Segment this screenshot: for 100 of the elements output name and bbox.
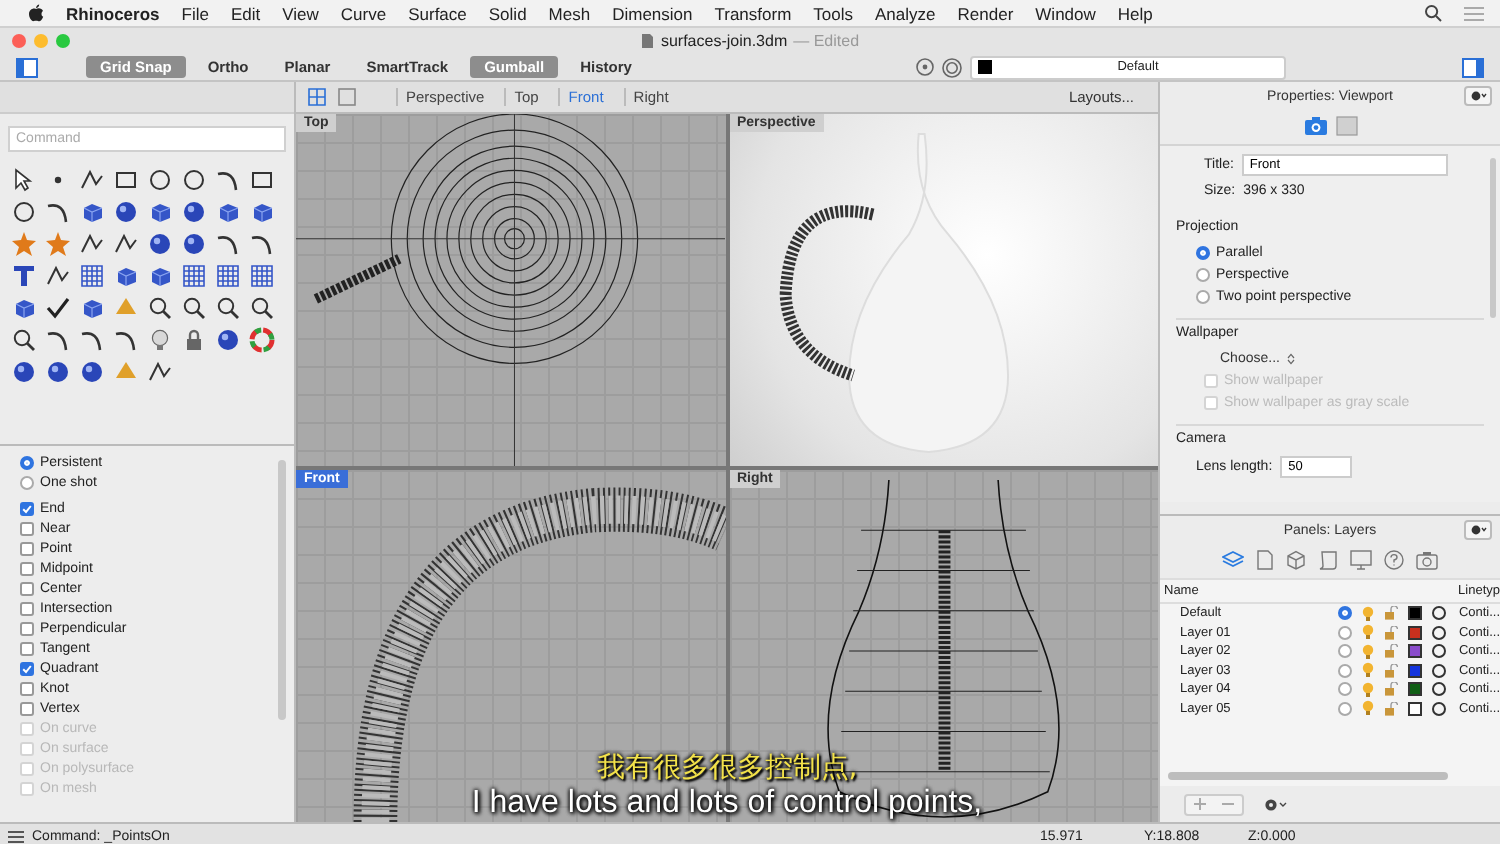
record-icon[interactable] bbox=[916, 58, 934, 76]
bulb-icon[interactable] bbox=[1362, 662, 1375, 679]
cube-icon[interactable] bbox=[10, 294, 38, 322]
layer-color-swatch[interactable] bbox=[1408, 701, 1423, 716]
current-layer-radio[interactable] bbox=[1337, 606, 1352, 621]
sphere-icon[interactable] bbox=[180, 198, 208, 226]
radio-button[interactable] bbox=[20, 455, 34, 469]
menu-item[interactable]: Window bbox=[1035, 3, 1096, 23]
sphere-icon[interactable] bbox=[180, 230, 208, 258]
sphere-icon[interactable] bbox=[214, 326, 242, 354]
menu-item[interactable]: Help bbox=[1117, 3, 1153, 23]
magnifier-icon[interactable] bbox=[180, 294, 208, 322]
sphere-icon[interactable] bbox=[78, 358, 106, 386]
bulb-icon[interactable] bbox=[1362, 700, 1375, 717]
checkbox[interactable] bbox=[20, 561, 34, 575]
grid-icon[interactable] bbox=[214, 262, 242, 290]
radio-button[interactable] bbox=[1196, 268, 1210, 282]
layer-color-swatch[interactable] bbox=[1408, 644, 1423, 659]
scroll-icon[interactable] bbox=[1318, 550, 1338, 570]
star-icon[interactable] bbox=[10, 230, 38, 258]
current-layer-radio[interactable] bbox=[1337, 701, 1352, 716]
current-layer-radio[interactable] bbox=[1337, 644, 1352, 659]
cube-icon[interactable] bbox=[248, 198, 276, 226]
layers-icon[interactable] bbox=[1222, 550, 1244, 570]
menu-item[interactable]: Tools bbox=[813, 3, 854, 23]
cube-icon[interactable] bbox=[214, 198, 242, 226]
menu-icon[interactable] bbox=[8, 829, 24, 843]
radio-button[interactable] bbox=[20, 475, 34, 489]
radio-button[interactable] bbox=[1196, 246, 1210, 260]
curve-icon[interactable] bbox=[214, 166, 242, 194]
checkbox[interactable] bbox=[20, 541, 34, 555]
gear-menu-button[interactable] bbox=[1464, 86, 1492, 106]
bulb-icon[interactable] bbox=[1362, 605, 1375, 622]
help-icon[interactable] bbox=[1384, 550, 1404, 570]
curve-icon[interactable] bbox=[78, 326, 106, 354]
camera-icon[interactable] bbox=[1303, 116, 1327, 136]
bulb-icon[interactable] bbox=[146, 326, 174, 354]
checkbox[interactable] bbox=[20, 681, 34, 695]
menu-item[interactable]: Render bbox=[957, 3, 1014, 23]
cube-icon[interactable] bbox=[146, 262, 174, 290]
material-circle[interactable] bbox=[1432, 682, 1447, 697]
camera-icon[interactable] bbox=[1416, 550, 1438, 570]
curve-icon[interactable] bbox=[248, 230, 276, 258]
cube-icon[interactable] bbox=[78, 294, 106, 322]
color-wheel-icon[interactable] bbox=[248, 326, 276, 354]
sphere-icon[interactable] bbox=[44, 358, 72, 386]
circle-icon[interactable] bbox=[10, 198, 38, 226]
page-icon[interactable] bbox=[1256, 550, 1274, 570]
grid-icon[interactable] bbox=[180, 262, 208, 290]
layer-color-swatch[interactable] bbox=[1408, 682, 1423, 697]
curve-icon[interactable] bbox=[214, 230, 242, 258]
material-circle[interactable] bbox=[1432, 606, 1447, 621]
bulb-icon[interactable] bbox=[1362, 681, 1375, 698]
menu-item[interactable]: Surface bbox=[408, 3, 467, 23]
magnifier-icon[interactable] bbox=[10, 326, 38, 354]
magnifier-icon[interactable] bbox=[146, 294, 174, 322]
current-layer-radio[interactable] bbox=[1337, 625, 1352, 640]
scrollbar[interactable] bbox=[278, 460, 286, 720]
polyline-icon[interactable] bbox=[146, 358, 174, 386]
target-icon[interactable] bbox=[942, 57, 962, 77]
scrollbar[interactable] bbox=[1168, 772, 1448, 780]
search-icon[interactable] bbox=[1424, 4, 1442, 22]
four-viewports-icon[interactable] bbox=[308, 88, 326, 106]
cube-icon[interactable] bbox=[78, 198, 106, 226]
current-layer-radio[interactable] bbox=[1337, 682, 1352, 697]
polyline-icon[interactable] bbox=[78, 230, 106, 258]
checkmark-icon[interactable] bbox=[44, 294, 72, 322]
sphere-icon[interactable] bbox=[146, 230, 174, 258]
grid-icon[interactable] bbox=[248, 262, 276, 290]
material-circle[interactable] bbox=[1432, 701, 1447, 716]
menu-item[interactable]: File bbox=[181, 3, 209, 23]
star-icon[interactable] bbox=[44, 230, 72, 258]
apple-logo-icon[interactable] bbox=[28, 4, 44, 22]
checkbox[interactable] bbox=[20, 581, 34, 595]
cube-icon[interactable] bbox=[146, 198, 174, 226]
cube-icon[interactable] bbox=[112, 262, 140, 290]
checkbox[interactable] bbox=[20, 601, 34, 615]
menu-item[interactable]: Analyze bbox=[875, 3, 936, 23]
grid-icon[interactable] bbox=[78, 262, 106, 290]
pointer-icon[interactable] bbox=[10, 166, 38, 194]
rectangle-icon[interactable] bbox=[112, 166, 140, 194]
current-layer-radio[interactable] bbox=[1337, 663, 1352, 678]
curve-icon[interactable] bbox=[112, 326, 140, 354]
layer-color-swatch[interactable] bbox=[1408, 606, 1423, 621]
menu-item[interactable]: View bbox=[282, 3, 319, 23]
menu-item[interactable]: Mesh bbox=[548, 3, 591, 23]
material-circle[interactable] bbox=[1432, 663, 1447, 678]
checkbox[interactable] bbox=[20, 641, 34, 655]
menu-item[interactable]: Curve bbox=[340, 3, 387, 23]
polyline-icon[interactable] bbox=[112, 230, 140, 258]
curve-icon[interactable] bbox=[44, 326, 72, 354]
gear-icon[interactable] bbox=[1264, 797, 1288, 811]
menu-item[interactable]: Transform bbox=[714, 3, 792, 23]
checkbox[interactable] bbox=[20, 621, 34, 635]
menu-item[interactable]: Edit bbox=[230, 3, 261, 23]
circle-icon[interactable] bbox=[180, 166, 208, 194]
checkbox[interactable] bbox=[20, 501, 34, 515]
checkbox[interactable] bbox=[20, 661, 34, 675]
sidebar-toggle-icon[interactable] bbox=[16, 57, 38, 77]
layer-color-swatch[interactable] bbox=[1408, 625, 1423, 640]
